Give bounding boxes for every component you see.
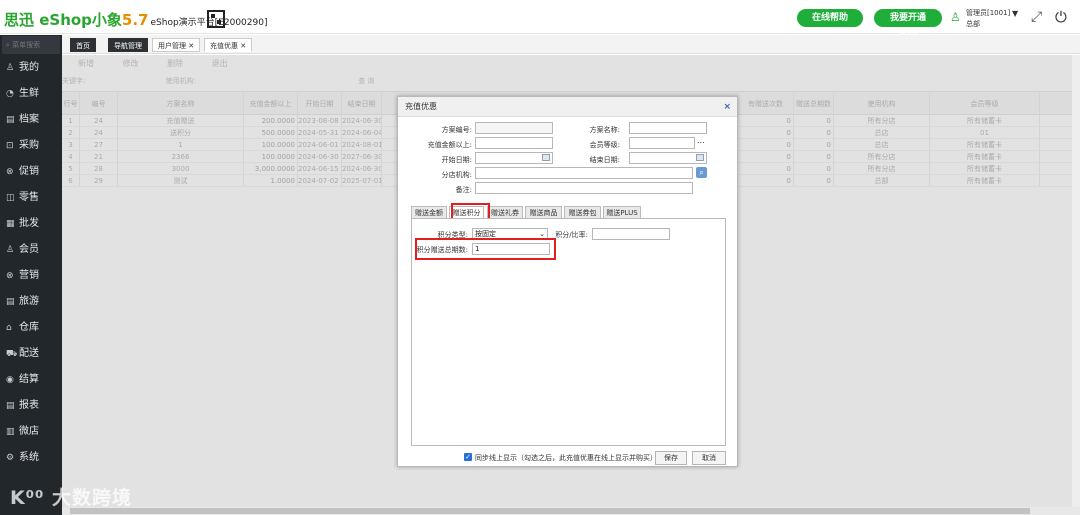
settle-icon: ◉ — [6, 375, 14, 385]
plan-no-label: 方案编号: — [441, 126, 472, 134]
delivery-icon: ⛟ — [6, 349, 18, 359]
open-payment-button[interactable]: 我要开通支付 — [874, 9, 942, 41]
tab-user-management[interactable]: 用户管理 ✕ — [152, 38, 201, 52]
search-icon[interactable]: ⌕ — [696, 167, 707, 178]
plan-name-label: 方案名称: — [589, 126, 620, 134]
sidebar-item-warehouse[interactable]: ⌂ 仓库 — [0, 315, 62, 341]
plan-name-field[interactable] — [629, 122, 707, 134]
sidebar-item-mine[interactable]: ♙ 我的 — [0, 55, 62, 81]
cancel-button[interactable]: 取消 — [692, 451, 726, 465]
user-menu-caret-icon[interactable]: ▼ — [1012, 9, 1018, 18]
sidebar-item-member[interactable]: ♙ 会员 — [0, 237, 62, 263]
amount-field[interactable] — [475, 137, 553, 149]
highlight-box — [415, 238, 556, 260]
sidebar-item-purchase[interactable]: ⊡ 采购 — [0, 133, 62, 159]
online-help-button[interactable]: 在线帮助 — [797, 9, 863, 27]
dialog-footer: ✓ 同步线上显示（勾选之后，此充值优惠在线上显示并购买） 保存 取消 — [398, 449, 737, 466]
branch-label: 分店机构: — [441, 171, 472, 179]
save-button[interactable]: 保存 — [655, 451, 687, 465]
user-dept: 总部 — [966, 20, 980, 28]
sync-online-checkbox[interactable]: ✓ — [464, 453, 472, 461]
sync-online-label: 同步线上显示（勾选之后，此充值优惠在线上显示并购买） — [475, 454, 657, 462]
sidebar-item-marketing[interactable]: ⊗ 营销 — [0, 263, 62, 289]
close-icon[interactable]: ✕ — [240, 42, 246, 50]
amount-label: 充值金额以上: — [427, 141, 472, 149]
sidebar: ⌕ 菜单搜索 ♙ 我的 ◔ 生鲜 ▤ 档案 ⊡ 采购 ⊗ 促销 ◫ 零售 ▦ 批发 ♙ 会员 ⊗… — [0, 35, 62, 515]
sidebar-item-system[interactable]: ⚙ 系统 — [0, 445, 62, 471]
sidebar-item-promotion[interactable]: ⊗ 促销 — [0, 159, 62, 185]
tab-home[interactable]: 首页 — [70, 38, 96, 52]
user-name[interactable]: 管理员[1001] — [966, 8, 1010, 18]
calendar-icon[interactable] — [696, 154, 704, 161]
user-icon: ♙ — [950, 10, 961, 24]
sidebar-item-travel[interactable]: ▤ 旅游 — [0, 289, 62, 315]
sidebar-item-settlement[interactable]: ◉ 结算 — [0, 367, 62, 393]
member-icon: ♙ — [6, 245, 15, 255]
remark-field[interactable] — [475, 182, 693, 194]
points-ratio-field[interactable] — [592, 228, 670, 240]
horizontal-scrollbar[interactable] — [62, 507, 1080, 515]
fullscreen-icon[interactable]: ⤢ — [1031, 9, 1042, 25]
member-level-picker-button[interactable]: ... — [697, 136, 705, 145]
close-icon[interactable]: × — [723, 97, 731, 117]
power-icon[interactable]: ⏻ — [1055, 8, 1067, 26]
sidebar-item-delivery[interactable]: ⛟ 配送 — [0, 341, 62, 367]
settings-icon: ⚙ — [6, 453, 15, 463]
cart-icon: ⊡ — [6, 141, 14, 151]
plan-no-field[interactable] — [475, 122, 553, 134]
sidebar-item-wholesale[interactable]: ▦ 批发 — [0, 211, 62, 237]
truck-icon: ▦ — [6, 219, 15, 229]
member-level-field[interactable] — [629, 137, 695, 149]
start-date-label: 开始日期: — [441, 156, 472, 164]
top-header: 思迅 eShop小象5.7 eShop演示平台[E2000290] 在线帮助 我要… — [0, 0, 1080, 41]
sidebar-item-microshop[interactable]: ▥ 微店 — [0, 419, 62, 445]
watermark: K⁰⁰ 大数跨境 — [10, 487, 132, 509]
sidebar-item-fresh[interactable]: ◔ 生鲜 — [0, 81, 62, 107]
qr-code-icon[interactable] — [207, 10, 225, 28]
menu-search-input[interactable]: ⌕ 菜单搜索 — [2, 36, 60, 54]
dialog-title: 充值优惠 × — [398, 97, 737, 117]
calendar-icon[interactable] — [542, 154, 550, 161]
sidebar-item-archive[interactable]: ▤ 档案 — [0, 107, 62, 133]
marketing-icon: ⊗ — [6, 271, 14, 281]
end-date-label: 结束日期: — [589, 156, 620, 164]
warehouse-icon: ⌂ — [6, 323, 12, 333]
archive-icon: ▤ — [6, 115, 15, 125]
apple-icon: ◔ — [6, 89, 14, 99]
shop-icon: ▥ — [6, 427, 15, 437]
vertical-scrollbar[interactable] — [1072, 55, 1080, 507]
tab-bar: 首页 导航管理 用户管理 ✕ 充值优惠 ✕ — [62, 35, 1080, 54]
scrollbar-thumb[interactable] — [70, 508, 1030, 514]
close-icon[interactable]: ✕ — [188, 42, 194, 50]
travel-icon: ▤ — [6, 297, 15, 307]
promo-icon: ⊗ — [6, 167, 14, 177]
bag-icon: ◫ — [6, 193, 15, 203]
app-logo: 思迅 eShop小象5.7 eShop演示平台[E2000290] — [4, 11, 268, 29]
branch-field[interactable] — [475, 167, 693, 179]
remark-label: 备注: — [455, 186, 472, 194]
recharge-promo-dialog: 充值优惠 × 方案编号: 方案名称: 充值金额以上: 会员等级: ... 开始日… — [397, 96, 738, 467]
tab-nav-management[interactable]: 导航管理 — [108, 38, 148, 52]
report-icon: ▤ — [6, 401, 15, 411]
sidebar-item-retail[interactable]: ◫ 零售 — [0, 185, 62, 211]
user-icon: ♙ — [6, 63, 15, 73]
tab-recharge-promo[interactable]: 充值优惠 ✕ — [204, 38, 253, 52]
sidebar-item-report[interactable]: ▤ 报表 — [0, 393, 62, 419]
member-level-label: 会员等级: — [589, 141, 620, 149]
